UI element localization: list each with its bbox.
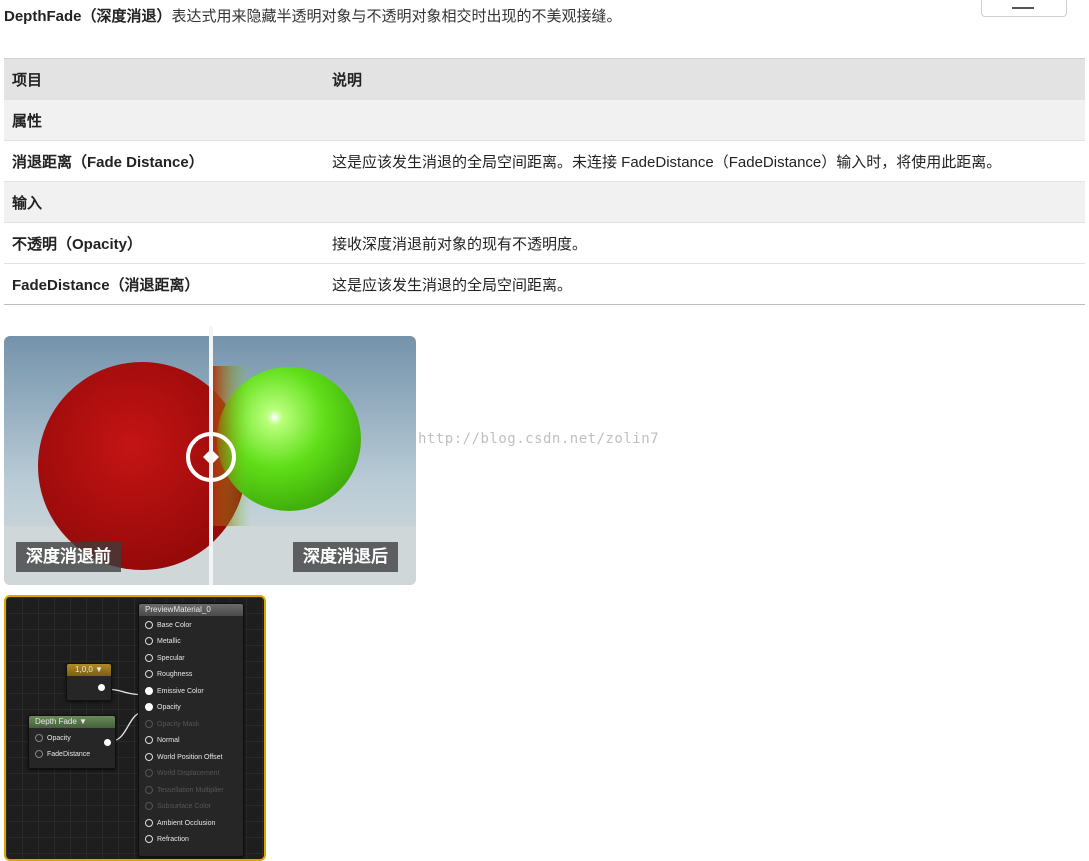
- pin-opacity-mask: Opacity Mask: [145, 717, 199, 733]
- pin-subsurface-color: Subsurface Color: [145, 799, 211, 815]
- section-row-properties: 属性: [4, 99, 1085, 141]
- input-pin-opacity[interactable]: Opacity: [35, 731, 71, 747]
- menu-button[interactable]: [981, 0, 1067, 17]
- table-row: 不透明（Opacity） 接收深度消退前对象的现有不透明度。: [4, 222, 1085, 264]
- section-title: 属性: [4, 99, 1085, 141]
- pin-ambient-occlusion[interactable]: Ambient Occlusion: [145, 816, 215, 832]
- row-description: 这是应该发生消退的全局空间距离。未连接 FadeDistance（FadeDis…: [324, 140, 1085, 182]
- depth-fade-node[interactable]: Depth Fade ▼ Opacity FadeDistance: [28, 715, 116, 769]
- pin-circle-icon: [145, 720, 153, 729]
- pin-circle-icon: [145, 654, 153, 663]
- preview-material-node[interactable]: PreviewMaterial_0 Base Color Metallic Sp…: [138, 603, 244, 857]
- watermark: http://blog.csdn.net/zolin7: [418, 431, 660, 447]
- pin-emissive-color[interactable]: Emissive Color: [145, 684, 204, 700]
- section-title: 输入: [4, 181, 1085, 223]
- pin-base-color[interactable]: Base Color: [145, 618, 192, 634]
- pin-circle-icon: [145, 753, 153, 762]
- pin-world-displacement: World Displacement: [145, 766, 220, 782]
- pin-circle-icon: [145, 736, 153, 745]
- pin-circle-icon: [145, 802, 153, 811]
- pin-circle-icon: [145, 703, 153, 712]
- pin-circle-icon: [145, 670, 153, 679]
- row-description: 接收深度消退前对象的现有不透明度。: [324, 222, 1085, 264]
- row-description: 这是应该发生消退的全局空间距离。: [324, 263, 1085, 305]
- pin-refraction[interactable]: Refraction: [145, 832, 189, 848]
- after-label: 深度消退后: [293, 542, 398, 572]
- pin-normal[interactable]: Normal: [145, 733, 180, 749]
- pin-metallic[interactable]: Metallic: [145, 634, 181, 650]
- node-title: 1,0,0 ▼: [67, 664, 111, 676]
- column-header-description: 说明: [324, 58, 1085, 100]
- slider-divider[interactable]: [209, 326, 213, 585]
- material-graph: PreviewMaterial_0 Base Color Metallic Sp…: [4, 595, 266, 861]
- properties-table: 项目 说明 属性 消退距离（Fade Distance） 这是应该发生消退的全局…: [4, 58, 1085, 305]
- chevron-down-icon[interactable]: ▼: [95, 665, 103, 674]
- section-row-inputs: 输入: [4, 181, 1085, 223]
- row-name: 不透明（Opacity）: [4, 222, 324, 264]
- intro-paragraph: DepthFade（深度消退）表达式用来隐藏半透明对象与不透明对象相交时出现的不…: [4, 6, 622, 28]
- intro-lead: DepthFade（深度消退）: [4, 8, 172, 25]
- pin-circle-icon: [35, 734, 43, 743]
- column-header-item: 项目: [4, 58, 324, 100]
- pin-tessellation-multiplier: Tessellation Multiplier: [145, 783, 224, 799]
- output-pin-icon[interactable]: [104, 739, 111, 746]
- pin-opacity[interactable]: Opacity: [145, 700, 181, 716]
- output-pin-icon[interactable]: [98, 684, 105, 691]
- table-header-row: 项目 说明: [4, 58, 1085, 100]
- pin-circle-icon: [35, 750, 43, 759]
- pin-circle-icon: [145, 835, 153, 844]
- pin-roughness[interactable]: Roughness: [145, 667, 192, 683]
- pin-circle-icon: [145, 687, 153, 696]
- pin-specular[interactable]: Specular: [145, 651, 185, 667]
- intro-text: 表达式用来隐藏半透明对象与不透明对象相交时出现的不美观接缝。: [171, 8, 622, 25]
- input-pin-fadedistance[interactable]: FadeDistance: [35, 747, 90, 763]
- constant-vector-node[interactable]: 1,0,0 ▼: [66, 663, 112, 701]
- row-name: FadeDistance（消退距离）: [4, 263, 324, 305]
- chevron-down-icon[interactable]: ▼: [79, 717, 87, 726]
- table-row: 消退距离（Fade Distance） 这是应该发生消退的全局空间距离。未连接 …: [4, 140, 1085, 182]
- pin-world-position-offset[interactable]: World Position Offset: [145, 750, 223, 766]
- pin-circle-icon: [145, 637, 153, 646]
- row-name: 消退距离（Fade Distance）: [4, 140, 324, 182]
- pin-circle-icon: [145, 621, 153, 630]
- before-after-comparison: 深度消退前 深度消退后: [4, 326, 416, 585]
- pin-circle-icon: [145, 786, 153, 795]
- node-title: Depth Fade ▼: [29, 716, 115, 728]
- node-title: PreviewMaterial_0: [139, 604, 243, 616]
- table-row: FadeDistance（消退距离） 这是应该发生消退的全局空间距离。: [4, 263, 1085, 305]
- before-label: 深度消退前: [16, 542, 121, 572]
- pin-circle-icon: [145, 819, 153, 828]
- pin-circle-icon: [145, 769, 153, 778]
